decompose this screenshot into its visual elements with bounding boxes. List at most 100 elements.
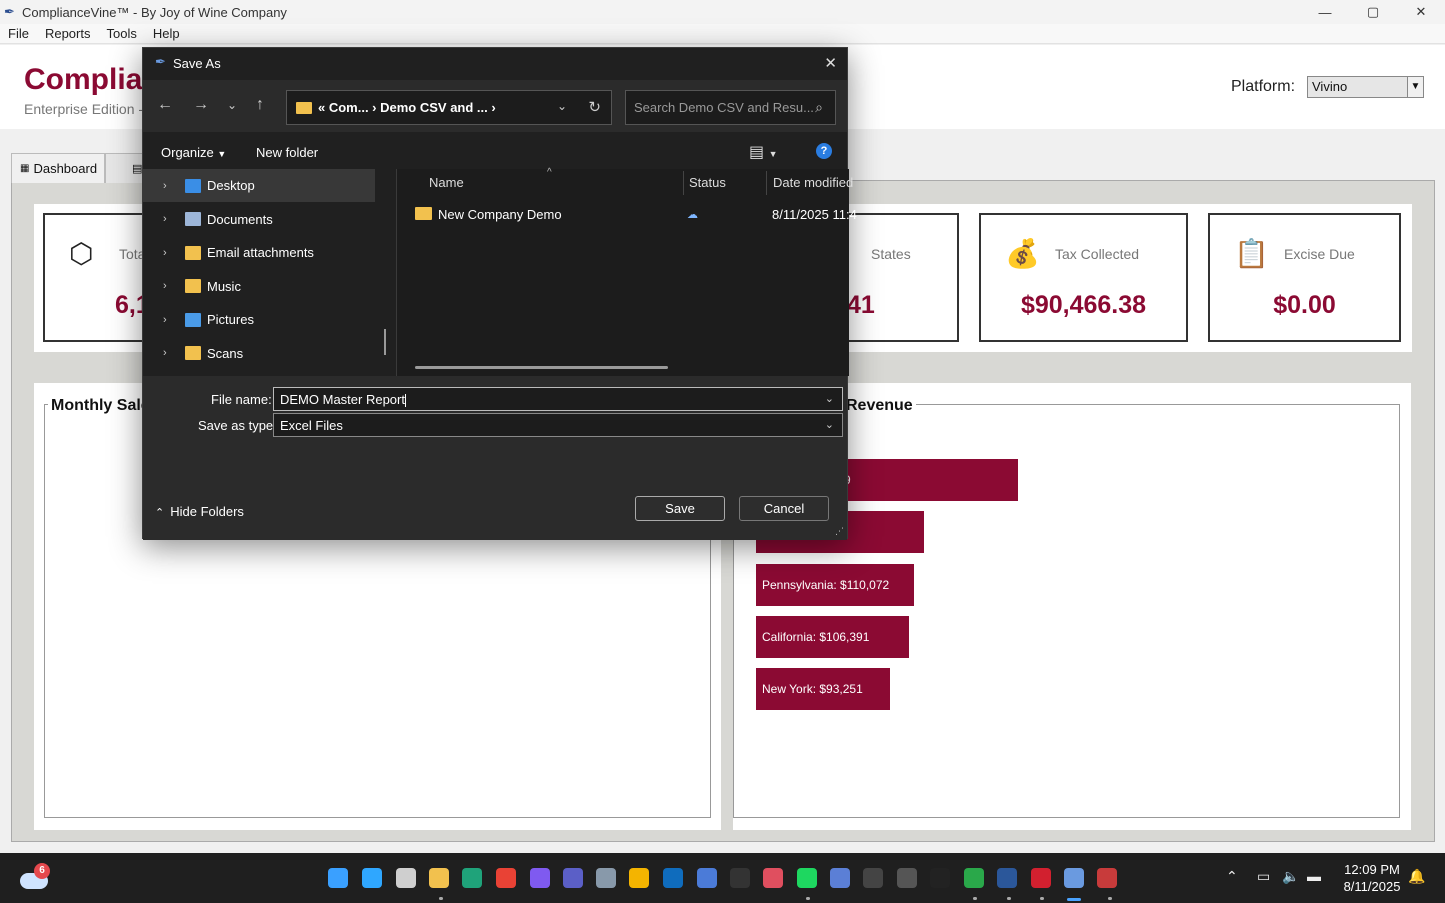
task-view-icon[interactable] (396, 868, 416, 888)
terminal-icon[interactable] (863, 868, 883, 888)
tab-icon: ▤ (132, 163, 143, 175)
start-icon[interactable] (328, 868, 348, 888)
dropdown-arrow-icon[interactable]: ▼ (1407, 77, 1423, 97)
battery-icon[interactable]: ▬ (1307, 868, 1321, 884)
folder-icon (185, 178, 201, 193)
folder-icon (415, 207, 432, 220)
save-button[interactable]: Save (635, 496, 725, 521)
up-arrow-icon[interactable]: ↑ (256, 96, 264, 114)
nav-item-desktop[interactable]: › Desktop (143, 169, 375, 202)
chevron-down-icon[interactable]: ⌄ (825, 418, 834, 431)
column-status[interactable]: Status (689, 175, 726, 190)
nav-item-music[interactable]: › Music (143, 270, 375, 303)
affinity-icon[interactable] (763, 868, 783, 888)
nav-item-label: Scans (207, 345, 244, 361)
nav-item-email-attachments[interactable]: › Email attachments (143, 236, 375, 269)
outlook-icon[interactable] (663, 868, 683, 888)
chevron-up-icon[interactable]: ⌃ (1226, 868, 1238, 885)
running-indicator (439, 897, 443, 900)
save-type-select[interactable]: Excel Files ⌄ (273, 413, 843, 437)
minimize-button[interactable]: — (1301, 0, 1349, 24)
tab-dashboard[interactable]: ▦ Dashboard (11, 153, 105, 183)
acrobat-icon[interactable] (1031, 868, 1051, 888)
notifications-icon[interactable]: 🔔 (1408, 868, 1425, 885)
column-date-modified[interactable]: Date modified (773, 175, 853, 190)
chevron-right-icon[interactable]: › (163, 180, 177, 192)
view-options-icon[interactable]: ▤ ▼ (749, 142, 777, 162)
word-icon[interactable] (997, 868, 1017, 888)
kpi-excise-due: 📋 Excise Due $0.00 (1208, 213, 1401, 342)
search-placeholder: Search Demo CSV and Resu... (634, 100, 814, 115)
chevron-down-icon[interactable]: ⌄ (557, 99, 567, 113)
calculator-icon[interactable] (596, 868, 616, 888)
recent-locations-icon[interactable]: ⌄ (227, 98, 237, 112)
horizontal-scrollbar[interactable] (415, 366, 668, 369)
clock-time: 12:09 PM (1344, 862, 1400, 877)
chevron-right-icon[interactable]: › (163, 314, 177, 326)
dialog-close-icon[interactable]: ✕ (824, 54, 837, 72)
file-name-field[interactable]: DEMO Master Report ⌄ (273, 387, 843, 411)
caret-down-icon: ▼ (217, 149, 227, 159)
volume-icon[interactable]: 🔈 (1282, 868, 1299, 885)
revenue-title: Revenue (843, 397, 916, 415)
forward-arrow-icon[interactable]: → (193, 96, 209, 114)
nav-item-pictures[interactable]: › Pictures (143, 303, 375, 336)
search-input[interactable]: Search Demo CSV and Resu... ⌕ (625, 90, 836, 125)
close-button[interactable]: ✕ (1397, 0, 1445, 24)
chevron-down-icon[interactable]: ⌄ (825, 392, 834, 405)
hide-folders-button[interactable]: ⌃ Hide Folders (155, 504, 244, 519)
refresh-icon[interactable]: ↻ (588, 98, 601, 116)
chevron-right-icon[interactable]: › (163, 213, 177, 225)
brand-title: Complian (24, 63, 161, 96)
edge-icon[interactable] (462, 868, 482, 888)
menu-reports[interactable]: Reports (37, 26, 99, 41)
network-icon[interactable]: ▭ (1257, 868, 1270, 885)
chrome-alt-icon[interactable] (964, 868, 984, 888)
menu-tools[interactable]: Tools (98, 26, 144, 41)
address-bar[interactable]: « Com... › Demo CSV and ... › ⌄ ↻ (286, 90, 612, 125)
chevron-right-icon[interactable]: › (163, 347, 177, 359)
tab-second[interactable]: ▤ (105, 153, 145, 183)
file-name-label: File name: (211, 392, 272, 407)
help-icon[interactable]: ? (816, 143, 832, 159)
kpi-tax-collected: 💰 Tax Collected $90,466.38 (979, 213, 1188, 342)
maximize-button[interactable]: ▢ (1349, 0, 1397, 24)
column-name[interactable]: Name (429, 175, 464, 190)
spotify-icon[interactable] (797, 868, 817, 888)
back-arrow-icon[interactable]: ← (157, 96, 173, 114)
new-folder-button[interactable]: New folder (256, 145, 318, 160)
compliancevine-icon[interactable] (1064, 868, 1084, 888)
copilot-icon[interactable] (530, 868, 550, 888)
organize-button[interactable]: Organize ▼ (161, 145, 226, 160)
chrome-icon[interactable] (496, 868, 516, 888)
file-explorer-icon[interactable] (429, 868, 449, 888)
notification-badge: 6 (34, 863, 50, 879)
cancel-button[interactable]: Cancel (739, 496, 829, 521)
platform-select[interactable]: Vivino ▼ (1307, 76, 1424, 98)
menu-help[interactable]: Help (145, 26, 188, 41)
chevron-right-icon[interactable]: › (163, 280, 177, 292)
running-indicator (1007, 897, 1011, 900)
system-clock[interactable]: 12:09 PM 8/11/2025 (1340, 861, 1404, 895)
save-type-value: Excel Files (280, 418, 343, 433)
onedrive-icon[interactable] (697, 868, 717, 888)
dashboard-icon: ▦ (20, 163, 30, 174)
nav-item-documents[interactable]: › Documents (143, 203, 375, 236)
address-breadcrumbs[interactable]: « Com... › Demo CSV and ... › (318, 100, 496, 115)
remote-icon[interactable] (1097, 868, 1117, 888)
chevron-right-icon[interactable]: › (163, 247, 177, 259)
dell-icon[interactable] (730, 868, 750, 888)
copilot-app-icon[interactable] (830, 868, 850, 888)
store-icon[interactable] (629, 868, 649, 888)
teams-icon[interactable] (563, 868, 583, 888)
text-caret (404, 394, 406, 408)
capcut-icon[interactable] (930, 868, 950, 888)
weather-widget[interactable]: 6 (20, 863, 50, 891)
resize-grip-icon[interactable]: ⋰ (835, 526, 844, 537)
search-icon[interactable] (362, 868, 382, 888)
file-row[interactable]: New Company Demo ☁ 8/11/2025 11:4 (415, 205, 857, 227)
nav-scrollbar[interactable] (384, 329, 386, 355)
menu-file[interactable]: File (0, 26, 37, 41)
app-a-icon[interactable] (897, 868, 917, 888)
nav-item-scans[interactable]: › Scans (143, 337, 375, 370)
